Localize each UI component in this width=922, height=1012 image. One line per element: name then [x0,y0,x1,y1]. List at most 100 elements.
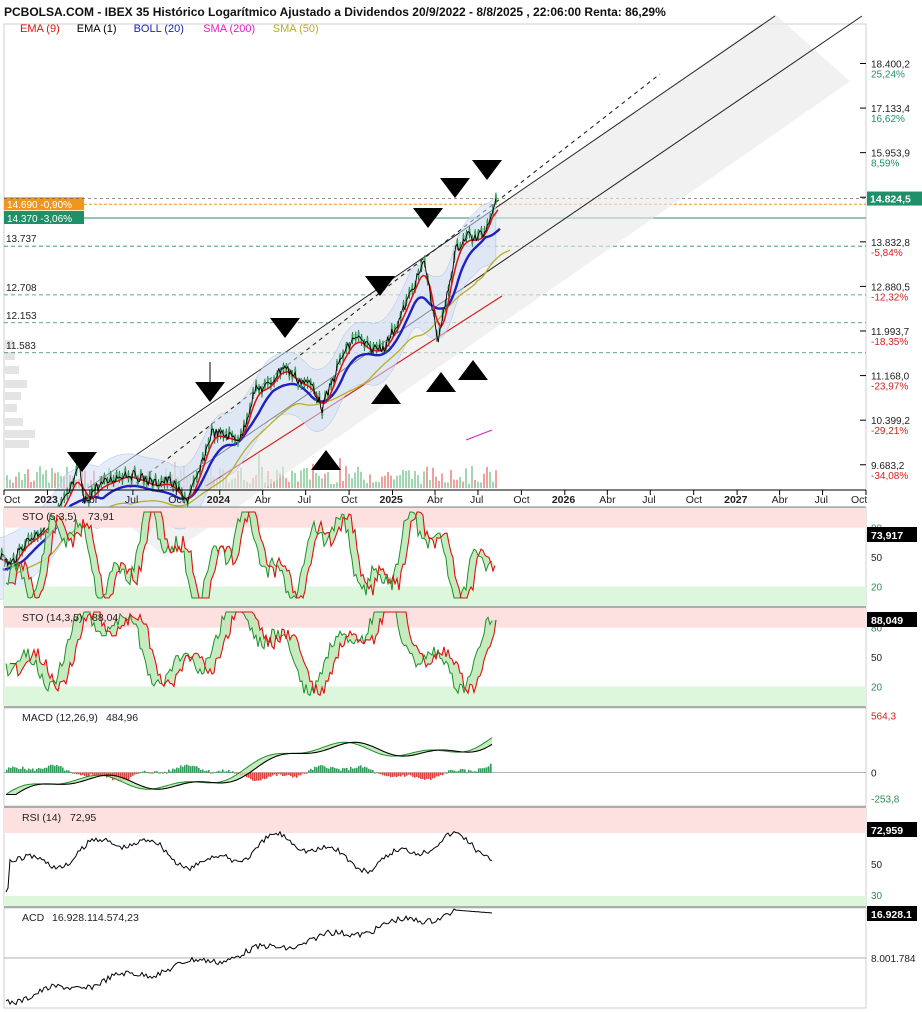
macd-histogram-bar [434,772,436,778]
indicator-value: 16.928.114.574,23 [52,912,139,924]
macd-histogram-bar [190,766,192,773]
price-marker-label: 14.370 -3,06% [7,214,72,225]
macd-histogram-bar [312,769,314,773]
macd-histogram-bar [442,772,444,776]
volume-bar [375,481,377,488]
indicator-axis-label: -253,8 [871,794,900,805]
price-axis-pct: -5,84% [871,248,903,259]
macd-histogram-bar [264,772,266,780]
volume-bar [420,483,422,488]
volume-bar [48,482,50,488]
overbought-zone [4,808,866,833]
macd-histogram-bar [412,772,414,777]
macd-histogram-bar [180,765,182,773]
macd-histogram-bar [352,768,354,773]
volume-bar [327,472,329,488]
macd-histogram-bar [150,772,152,774]
legend-item-2: BOLL (20) [134,23,184,35]
macd-histogram-bar [420,772,422,779]
overbought-zone [4,508,866,528]
macd-histogram-bar [22,766,24,773]
macd-histogram-bar [268,772,270,777]
macd-histogram-bar [336,768,338,773]
volume-bar [477,481,479,488]
macd-histogram-bar [24,768,26,773]
volume-bar [462,481,464,488]
macd-histogram-bar [218,770,220,773]
macd-histogram-bar [282,772,284,777]
volume-bar [297,481,299,488]
candle-body [411,285,414,293]
macd-histogram-bar [206,770,208,773]
macd-histogram-bar [422,772,424,779]
macd-histogram-bar [480,768,482,773]
indicator-value-box-label: 88,049 [871,615,903,627]
macd-histogram-bar [154,771,156,773]
volume-bar [339,457,341,488]
macd-histogram-bar [466,772,468,774]
macd-histogram-bar [258,772,260,781]
volume-bar [36,471,38,488]
macd-histogram-bar [328,768,330,773]
volume-bar [303,468,305,488]
volume-bar [291,470,293,488]
macd-histogram-bar [174,769,176,773]
time-axis-label: Oct [513,494,529,506]
volume-bar [15,476,17,488]
macd-histogram-bar [474,771,476,773]
time-axis-label: 2025 [380,494,404,506]
macd-histogram-bar [464,769,466,773]
macd-histogram-bar [386,772,388,777]
volume-bar [357,466,359,488]
macd-histogram-bar [354,768,356,773]
macd-histogram-bar [198,767,200,773]
macd-histogram-bar [46,767,48,773]
oversold-zone [4,896,866,906]
macd-histogram-bar [380,772,382,775]
price-axis-pct: -29,21% [871,426,908,437]
price-axis-pct: -18,35% [871,337,908,348]
macd-histogram-bar [366,767,368,773]
macd-histogram-bar [6,769,8,773]
macd-histogram-bar [332,767,334,773]
macd-histogram-bar [194,766,196,773]
volume-bar [306,468,308,488]
macd-histogram-bar [260,772,262,781]
macd-histogram-bar [280,772,282,775]
volume-bar [474,479,476,488]
legend-item-0: EMA (9) [20,23,60,35]
macd-histogram-bar [300,772,302,776]
time-axis-label: Jul [642,494,655,506]
macd-histogram-bar [250,772,252,780]
macd-histogram-bar [192,765,194,773]
macd-histogram-bar [432,772,434,779]
macd-histogram-bar [182,766,184,773]
macd-histogram-bar [414,772,416,778]
volume-profile-bar [5,366,19,374]
macd-histogram-bar [408,772,410,775]
price-axis-pct: -23,97% [871,382,908,393]
price-axis-pct: 8,59% [871,159,899,170]
macd-histogram-bar [468,769,470,773]
volume-bar [471,466,473,488]
macd-histogram-bar [290,772,292,777]
volume-bar [39,466,41,488]
macd-histogram-bar [90,772,92,775]
macd-histogram-bar [418,772,420,778]
macd-histogram-bar [226,771,228,773]
price-axis-pct: -34,08% [871,471,908,482]
macd-histogram-bar [228,769,230,773]
macd-histogram-bar [204,771,206,773]
level-label: 11.583 [6,341,36,352]
macd-histogram-bar [374,772,376,774]
macd-histogram-bar [234,772,236,774]
time-axis-label: Abr [599,494,616,506]
volume-bar [363,479,365,488]
macd-histogram-bar [266,772,268,779]
macd-histogram-bar [344,768,346,773]
macd-histogram-bar [436,772,438,777]
time-axis-label: 2026 [552,494,576,506]
macd-histogram-bar [224,771,226,773]
volume-bar [408,470,410,488]
macd-histogram-bar [160,772,162,774]
